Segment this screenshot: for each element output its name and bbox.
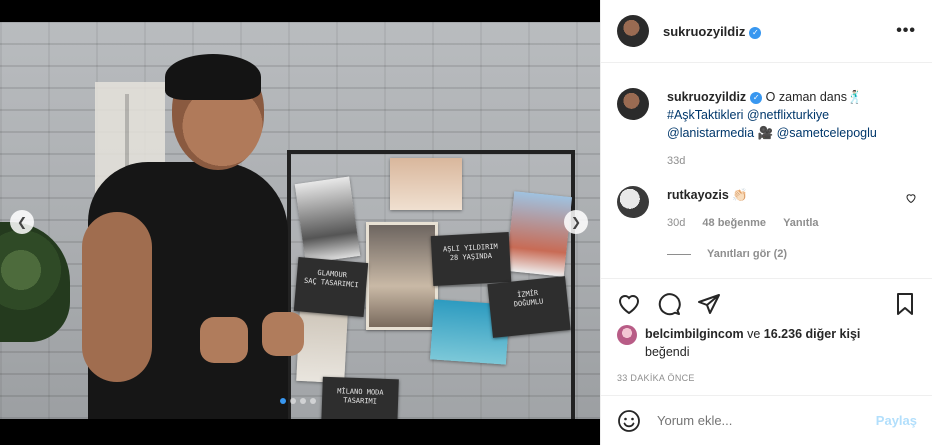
chevron-left-icon: ❮ — [16, 215, 28, 229]
add-comment-bar: Paylaş — [601, 395, 932, 445]
avatar[interactable] — [617, 88, 649, 120]
post-comment-button[interactable]: Paylaş — [876, 413, 917, 428]
caption-emoji: 🎥 — [757, 126, 774, 140]
heart-icon[interactable] — [617, 292, 641, 316]
comment-icon[interactable] — [657, 292, 681, 316]
board-note: MİLANO MODA TASARIMI — [321, 376, 399, 419]
mention-link[interactable]: @lanistarmedia — [667, 126, 754, 140]
carousel-dot — [310, 398, 316, 404]
emoji-icon[interactable] — [617, 409, 641, 433]
comment-input[interactable] — [657, 413, 876, 428]
board-photo — [505, 191, 573, 277]
likes-conj: ve — [743, 327, 764, 341]
board-note: GLAMOUR SAÇ TASARIMCI — [293, 257, 369, 317]
view-replies-label[interactable]: Yanıtları gör (2) — [707, 248, 787, 260]
verified-badge-icon: ✓ — [749, 26, 762, 39]
share-icon[interactable] — [697, 292, 721, 316]
author-username[interactable]: sukruozyildiz ✓ — [663, 24, 762, 39]
likes-suffix: beğendi — [645, 345, 690, 359]
media-stage: GLAMOUR SAÇ TASARIMCI AŞLI YILDIRIM 28 Y… — [0, 0, 600, 445]
reply-button[interactable]: Yanıtla — [783, 217, 818, 229]
board-note: AŞLI YILDIRIM 28 YAŞINDA — [430, 231, 512, 287]
username-text[interactable]: sukruozyildiz — [663, 24, 745, 39]
likes-summary: belcimbilgincom ve 16.236 diğer kişi beğ… — [617, 325, 917, 361]
carousel-indicator — [280, 398, 316, 404]
person-fist — [262, 312, 304, 356]
plant — [0, 222, 70, 342]
comment-username[interactable]: rutkayozis — [667, 188, 729, 202]
comment-time[interactable]: 30d — [667, 217, 685, 229]
mention-link[interactable]: @netflixturkiye — [747, 108, 829, 122]
caption-row: sukruozyildiz ✓ O zaman dans🕺🏻 #AşkTaktik… — [617, 88, 917, 170]
post-actions: belcimbilgincom ve 16.236 diğer kişi beğ… — [601, 278, 932, 383]
mention-link[interactable]: @sametcelepoglu — [777, 126, 877, 140]
board-photo — [390, 158, 462, 210]
person-fist — [200, 317, 248, 363]
carousel-dot — [300, 398, 306, 404]
comment-meta: 30d 48 beğenme Yanıtla — [667, 214, 887, 232]
carousel-dot — [290, 398, 296, 404]
board-poster — [366, 222, 438, 330]
comment-likes[interactable]: 48 beğenme — [702, 217, 766, 229]
ellipsis-icon[interactable]: ••• — [896, 22, 916, 40]
carousel-prev-button[interactable]: ❮ — [10, 210, 34, 234]
comment-like-icon[interactable] — [905, 186, 917, 232]
caption-text: O zaman dans🕺🏻 — [765, 90, 863, 104]
person-hair — [165, 54, 261, 100]
verified-badge-icon: ✓ — [750, 92, 763, 104]
avatar[interactable] — [617, 186, 649, 218]
caption: sukruozyildiz ✓ O zaman dans🕺🏻 #AşkTaktik… — [667, 88, 917, 170]
board-note: İZMİR DOĞUMLU — [487, 276, 571, 338]
hashtag-link[interactable]: #AşkTaktikleri — [667, 108, 743, 122]
avatar[interactable] — [617, 325, 637, 345]
comment-text: 👏🏻 — [732, 188, 748, 202]
post-photo[interactable]: GLAMOUR SAÇ TASARIMCI AŞLI YILDIRIM 28 Y… — [0, 22, 600, 419]
carousel-next-button[interactable]: ❯ — [564, 210, 588, 234]
liker-username[interactable]: belcimbilgincom — [645, 327, 744, 341]
likes-count[interactable]: 16.236 diğer kişi — [764, 327, 861, 341]
post-panel: sukruozyildiz ✓ ••• sukruozyildiz ✓ O zama… — [600, 0, 932, 445]
view-replies-button[interactable]: Yanıtları gör (2) — [667, 248, 917, 260]
carousel-dot — [280, 398, 286, 404]
avatar[interactable] — [617, 15, 649, 47]
caption-time[interactable]: 33d — [667, 152, 917, 170]
comment: rutkayozis 👏🏻 30d 48 beğenme Yanıtla — [667, 186, 887, 232]
post-header: sukruozyildiz ✓ ••• — [601, 0, 932, 63]
bookmark-icon[interactable] — [893, 292, 917, 316]
chevron-right-icon: ❯ — [570, 215, 582, 229]
caption-username[interactable]: sukruozyildiz — [667, 90, 746, 104]
board-photo — [296, 310, 348, 384]
board-photo — [294, 176, 361, 264]
comments-list: sukruozyildiz ✓ O zaman dans🕺🏻 #AşkTaktik… — [601, 64, 932, 277]
person-arm — [82, 212, 152, 382]
post-timestamp[interactable]: 33 DAKİKA ÖNCE — [617, 373, 917, 383]
comment-row: rutkayozis 👏🏻 30d 48 beğenme Yanıtla — [617, 186, 917, 232]
